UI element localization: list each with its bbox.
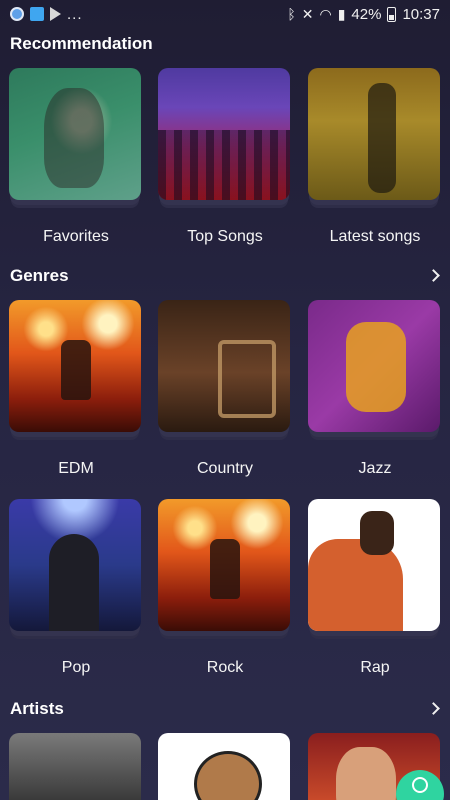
bluetooth-icon: ᛒ <box>287 6 296 22</box>
artist-2-photo <box>158 733 290 800</box>
notification-app-icon <box>10 7 24 21</box>
status-bar: ... ᛒ ✕ ◠ ▮ 42% 10:37 <box>0 0 450 28</box>
latest-songs-artwork <box>308 68 440 200</box>
section-title-genres: Genres <box>10 266 69 285</box>
tile-label: Favorites <box>43 228 109 245</box>
status-right: ᛒ ✕ ◠ ▮ 42% 10:37 <box>287 6 440 23</box>
tile-label: Rock <box>206 659 244 676</box>
tile-label: Latest songs <box>329 228 421 245</box>
top-songs-artwork <box>158 68 290 200</box>
section-title-recommendation: Recommendation <box>10 34 153 53</box>
clock: 10:37 <box>402 5 440 23</box>
country-artwork <box>158 300 290 432</box>
tile-pop[interactable]: Pop <box>9 499 143 676</box>
section-title-artists: Artists <box>10 699 64 718</box>
signal-icon: ▮ <box>337 5 346 22</box>
edm-artwork <box>9 300 141 432</box>
wifi-icon: ◠ <box>319 5 332 22</box>
tile-label: Jazz <box>358 460 392 477</box>
artists-chevron-right-icon[interactable] <box>427 702 440 715</box>
play-store-icon <box>50 7 61 21</box>
tile-label: EDM <box>58 460 94 477</box>
tile-top-songs[interactable]: Top Songs <box>158 68 292 245</box>
more-notifications: ... <box>67 5 83 23</box>
folder-icon <box>30 7 44 21</box>
jazz-artwork <box>308 300 440 432</box>
pop-artwork <box>9 499 141 631</box>
battery-icon <box>387 6 397 22</box>
favorites-artwork <box>9 68 141 200</box>
artist-1-photo <box>9 733 141 800</box>
tile-artist-2[interactable] <box>158 733 292 800</box>
status-left: ... <box>10 6 83 23</box>
tile-rap[interactable]: Rap <box>308 499 442 676</box>
search-icon <box>412 777 428 793</box>
tile-label: Top Songs <box>187 228 263 245</box>
tile-artist-1[interactable] <box>9 733 143 800</box>
tile-latest-songs[interactable]: Latest songs <box>308 68 442 245</box>
tile-edm[interactable]: EDM <box>9 300 143 477</box>
tile-label: Pop <box>61 659 91 676</box>
rap-artwork <box>308 499 440 631</box>
tile-country[interactable]: Country <box>158 300 292 477</box>
mute-icon: ✕ <box>301 5 314 22</box>
rock-artwork <box>158 499 290 631</box>
genres-chevron-right-icon[interactable] <box>427 269 440 282</box>
tile-jazz[interactable]: Jazz <box>308 300 442 477</box>
tile-favorites[interactable]: Favorites <box>9 68 143 245</box>
tile-label: Rap <box>360 659 390 676</box>
tile-rock[interactable]: Rock <box>158 499 292 676</box>
tile-label: Country <box>196 460 254 477</box>
battery-percent: 42% <box>351 5 382 23</box>
